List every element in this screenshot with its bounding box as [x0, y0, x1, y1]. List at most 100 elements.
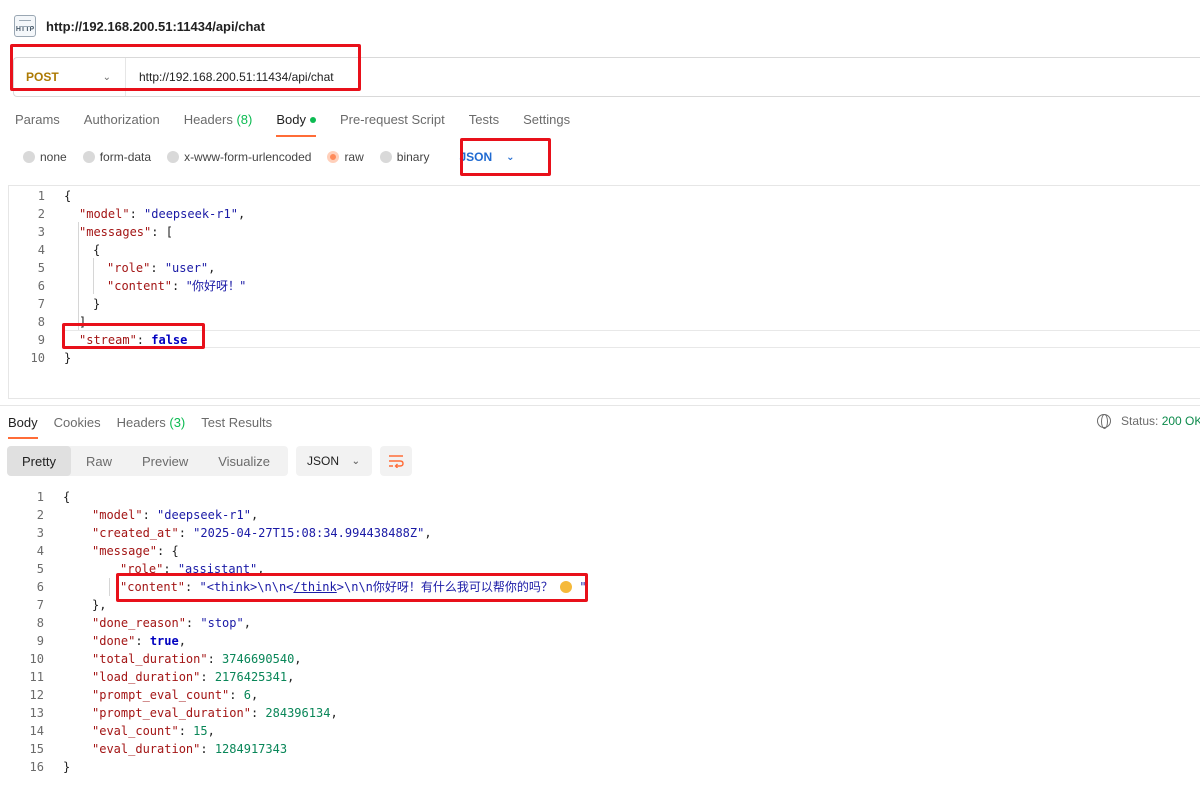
- status-label: Status:: [1121, 414, 1159, 428]
- view-preview-button[interactable]: Preview: [127, 446, 203, 476]
- code-line: "messages": [: [79, 225, 173, 239]
- code-line: "done": true,: [92, 634, 186, 648]
- code-line: "prompt_eval_count": 6,: [92, 688, 259, 702]
- code-line: "model": "deepseek-r1",: [79, 207, 246, 221]
- view-pretty-button[interactable]: Pretty: [7, 446, 71, 476]
- code-line: "load_duration": 2176425341,: [92, 670, 295, 684]
- response-body-viewer[interactable]: 1 2 3 4 5 6 7 8 9 10 11 12 13 14 15 16 {…: [8, 488, 1200, 778]
- code-line: },: [92, 598, 107, 612]
- line-number: 7: [36, 598, 44, 612]
- radio-raw[interactable]: raw: [327, 150, 364, 164]
- code-line: "model": "deepseek-r1",: [92, 508, 259, 522]
- section-divider: [0, 405, 1200, 406]
- modified-dot-icon: [309, 117, 316, 123]
- tab-settings[interactable]: Settings: [523, 108, 570, 136]
- response-tab-test-results[interactable]: Test Results: [201, 413, 272, 439]
- line-number: 12: [29, 688, 44, 702]
- code-line: }: [63, 760, 71, 774]
- radio-urlencoded[interactable]: x-www-form-urlencoded: [167, 150, 311, 164]
- highlight-content-box: [116, 573, 588, 602]
- tab-headers[interactable]: Headers (8): [184, 108, 253, 136]
- globe-icon[interactable]: [1097, 414, 1111, 429]
- radio-none[interactable]: none: [23, 150, 67, 164]
- code-line: "total_duration": 3746690540,: [92, 652, 302, 666]
- line-number: 3: [36, 526, 44, 540]
- line-number: 5: [37, 261, 45, 275]
- radio-binary[interactable]: binary: [379, 150, 429, 164]
- indent-guide: [109, 578, 110, 596]
- response-status: Status: 200 OK: [1097, 414, 1200, 429]
- tab-authorization[interactable]: Authorization: [84, 108, 160, 136]
- code-line: {: [93, 243, 101, 257]
- code-line: "role": "user",: [107, 261, 216, 275]
- code-line: "eval_duration": 1284917343: [92, 742, 288, 756]
- line-number: 8: [37, 315, 45, 329]
- line-number: 10: [29, 652, 44, 666]
- radio-icon: [23, 151, 35, 163]
- response-tab-body[interactable]: Body: [8, 413, 38, 439]
- code-line: "done_reason": "stop",: [92, 616, 251, 630]
- request-title: http://192.168.200.51:11434/api/chat: [46, 18, 265, 34]
- line-number: 9: [36, 634, 44, 648]
- response-tab-cookies[interactable]: Cookies: [54, 413, 101, 439]
- response-headers-count: (3): [169, 415, 186, 430]
- tab-params[interactable]: Params: [15, 108, 60, 136]
- line-number: 8: [36, 616, 44, 630]
- line-number: 6: [37, 279, 45, 293]
- response-tabs: Body Cookies Headers (3) Test Results: [8, 413, 288, 439]
- radio-icon: [167, 151, 180, 163]
- radio-checked-icon: [327, 151, 340, 163]
- code-line: }: [64, 351, 72, 365]
- line-number: 16: [29, 760, 44, 774]
- status-value: 200 OK: [1161, 414, 1200, 428]
- headers-count: (8): [236, 112, 253, 127]
- tab-tests[interactable]: Tests: [469, 108, 499, 136]
- line-number: 6: [36, 580, 44, 594]
- view-visualize-button[interactable]: Visualize: [203, 446, 285, 476]
- http-request-icon: HTTP: [14, 15, 36, 37]
- line-number: 11: [29, 670, 44, 684]
- wrap-lines-button[interactable]: [380, 446, 412, 476]
- line-number: 15: [29, 742, 44, 756]
- request-body-editor[interactable]: 1 2 3 4 5 6 7 8 9 10 { "model": "deepsee…: [8, 185, 1200, 399]
- body-type-selector: none form-data x-www-form-urlencoded raw…: [23, 146, 515, 168]
- line-number: 4: [37, 243, 45, 257]
- indent-guide: [93, 258, 94, 294]
- line-number: 13: [29, 706, 44, 720]
- line-number: 3: [37, 225, 45, 239]
- code-line: {: [63, 490, 71, 504]
- code-line: "message": {: [92, 544, 179, 558]
- response-view-modes: Pretty Raw Preview Visualize: [7, 446, 288, 476]
- line-number: 4: [36, 544, 44, 558]
- chevron-down-icon: ⌄: [351, 455, 360, 467]
- line-number: 1: [36, 490, 44, 504]
- line-number: 14: [29, 724, 44, 738]
- response-format-select[interactable]: JSON ⌄: [296, 446, 372, 476]
- line-number: 5: [36, 562, 44, 576]
- highlight-json-box: [460, 138, 551, 176]
- code-line: "created_at": "2025-04-27T15:08:34.99443…: [92, 526, 432, 540]
- line-number: 2: [36, 508, 44, 522]
- tab-body[interactable]: Body: [276, 108, 316, 137]
- code-line: "eval_count": 15,: [92, 724, 215, 738]
- code-line: {: [64, 189, 72, 203]
- line-number: 10: [30, 351, 45, 365]
- code-line: "content": "你好呀！": [107, 279, 246, 293]
- wrap-lines-icon: [389, 455, 404, 468]
- highlight-stream-box: [62, 323, 205, 349]
- current-line-highlight: [65, 330, 1200, 348]
- code-line: "prompt_eval_duration": 284396134,: [92, 706, 338, 720]
- line-number: 2: [37, 207, 45, 221]
- request-tabs: Params Authorization Headers (8) Body Pr…: [15, 108, 594, 137]
- radio-icon: [379, 151, 392, 163]
- line-number: 1: [37, 189, 45, 203]
- response-tab-headers[interactable]: Headers (3): [117, 413, 186, 439]
- tab-prerequest-script[interactable]: Pre-request Script: [340, 108, 445, 136]
- line-number: 7: [37, 297, 45, 311]
- view-raw-button[interactable]: Raw: [71, 446, 127, 476]
- radio-form-data[interactable]: form-data: [82, 150, 151, 164]
- highlight-url-box: [10, 44, 361, 91]
- radio-icon: [82, 151, 95, 163]
- code-line: }: [93, 297, 101, 311]
- request-title-bar: HTTP http://192.168.200.51:11434/api/cha…: [14, 12, 265, 40]
